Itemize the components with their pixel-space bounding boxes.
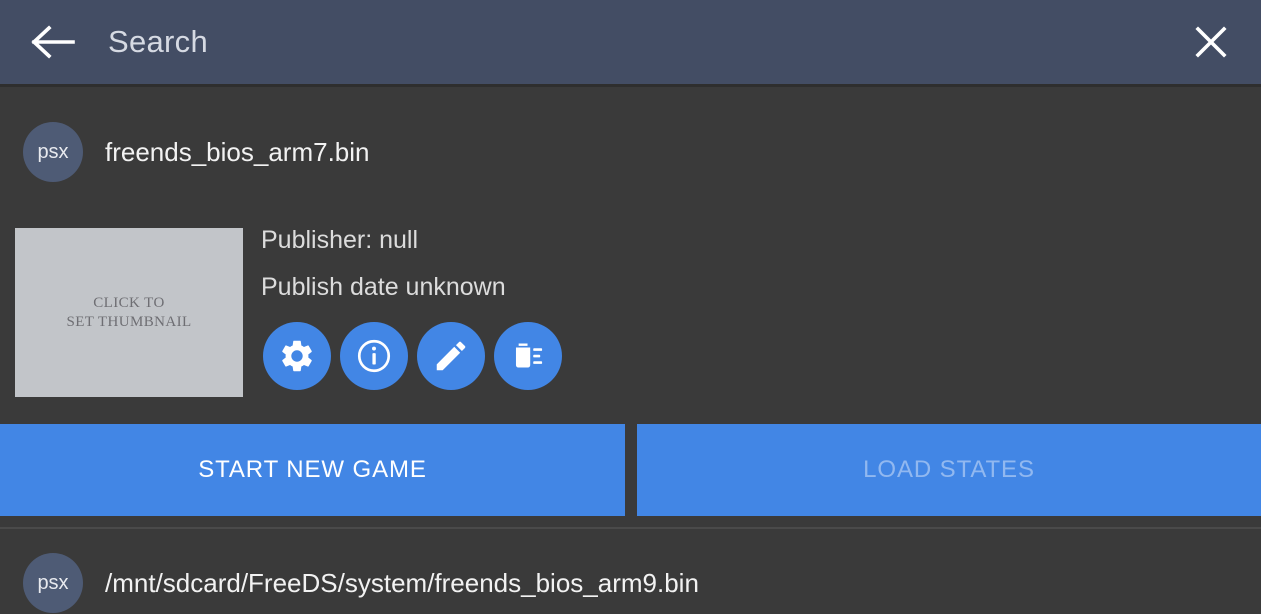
search-result-row-bottom[interactable]: psx /mnt/sdcard/FreeDS/system/freends_bi…: [0, 552, 1261, 614]
load-states-button[interactable]: LOAD STATES: [637, 424, 1261, 516]
search-overlay-screen: Search psx freends_bios_arm7.bin CLICK T…: [0, 0, 1261, 613]
list-divider: [0, 527, 1261, 529]
delete-button[interactable]: [494, 322, 562, 390]
result-title: freends_bios_arm7.bin: [105, 136, 370, 167]
action-button-row: [263, 322, 562, 390]
page-title: Search: [108, 24, 209, 59]
publish-date-text: Publish date unknown: [261, 273, 506, 301]
game-detail-panel: CLICK TO SET THUMBNAIL Publisher: null P…: [0, 226, 1261, 400]
start-new-game-button[interactable]: START NEW GAME: [0, 424, 625, 516]
edit-button[interactable]: [417, 322, 485, 390]
load-states-label: LOAD STATES: [863, 456, 1035, 483]
thumbnail-placeholder-text: CLICK TO SET THUMBNAIL: [66, 294, 191, 332]
thumbnail-placeholder[interactable]: CLICK TO SET THUMBNAIL: [15, 228, 243, 397]
settings-button[interactable]: [263, 322, 331, 390]
result-title: /mnt/sdcard/FreeDS/system/freends_bios_a…: [105, 567, 699, 598]
start-new-game-label: START NEW GAME: [198, 456, 427, 483]
thumbnail-line-1: CLICK TO: [93, 294, 165, 311]
gear-icon: [282, 340, 312, 372]
info-button[interactable]: [340, 322, 408, 390]
search-result-row-top[interactable]: psx freends_bios_arm7.bin: [0, 120, 1261, 184]
close-button[interactable]: [1185, 16, 1237, 68]
primary-action-bar: START NEW GAME LOAD STATES: [0, 424, 1261, 516]
publisher-text: Publisher: null: [261, 226, 419, 254]
trash-list-icon: [515, 343, 543, 368]
back-button[interactable]: [22, 11, 84, 73]
pencil-icon: [436, 341, 466, 371]
close-icon: [1195, 26, 1227, 58]
thumbnail-line-2: SET THUMBNAIL: [66, 313, 192, 330]
metadata-block: Publisher: null Publish date unknown: [261, 226, 506, 303]
avatar: psx: [23, 553, 83, 613]
arrow-left-icon: [31, 25, 75, 59]
app-header: Search: [0, 0, 1261, 84]
header-divider: [0, 84, 1261, 87]
info-circle-icon: [357, 339, 391, 373]
avatar: psx: [23, 122, 83, 182]
